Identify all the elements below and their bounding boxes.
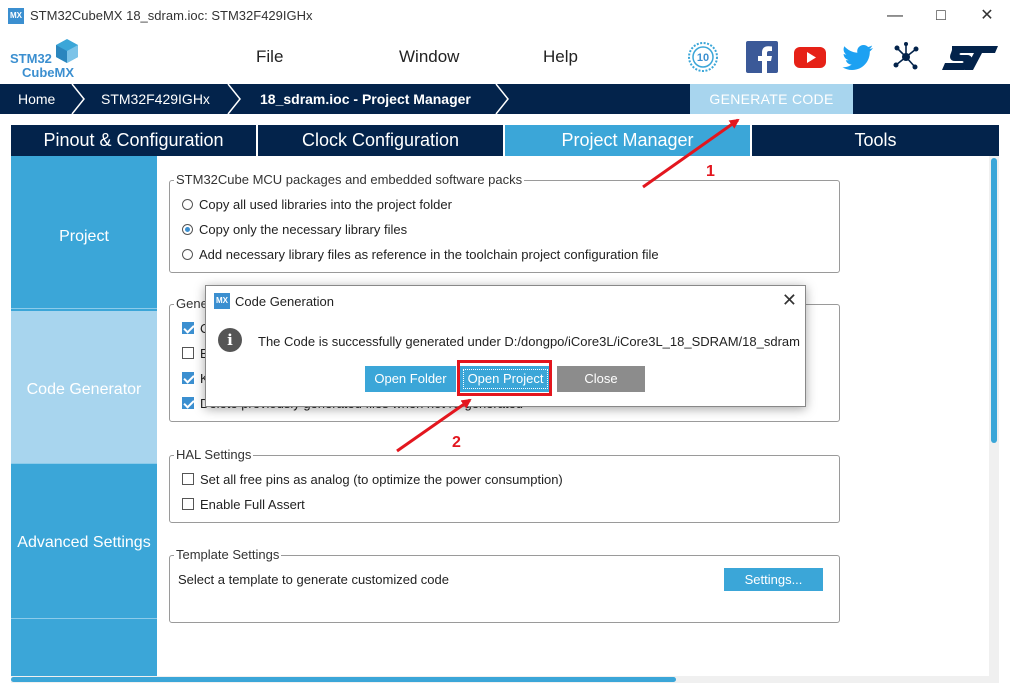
horizontal-scrollbar[interactable] [11,676,989,683]
template-description: Select a template to generate customized… [178,572,449,587]
app-icon: MX [8,8,24,24]
highlight-open-project [457,360,552,396]
sidebar-item-advanced-settings[interactable]: Advanced Settings [11,466,157,619]
packages-legend: STM32Cube MCU packages and embedded soft… [174,172,525,187]
copy-necessary-libraries-option[interactable]: Copy only the necessary library files [182,222,407,237]
menu-window[interactable]: Window [399,47,459,67]
anniversary-10-badge-icon[interactable]: 10 [687,40,721,74]
horizontal-scrollbar-thumb[interactable] [11,677,676,682]
tab-pinout-configuration[interactable]: Pinout & Configuration [11,125,258,156]
info-icon: i [218,328,242,352]
generate-code-button[interactable]: GENERATE CODE [690,84,853,114]
template-settings-group: Template Settings Select a template to g… [169,547,840,623]
menu-help[interactable]: Help [543,47,578,67]
close-button[interactable]: Close [557,366,645,392]
hal-settings-legend: HAL Settings [174,447,254,462]
breadcrumb-current: 18_sdram.ioc - Project Manager [260,91,471,107]
twitter-icon[interactable] [841,40,875,74]
dialog-message: The Code is successfully generated under… [258,334,800,349]
radio-button-selected[interactable] [182,224,193,235]
radio-button[interactable] [182,199,193,210]
breadcrumb-device[interactable]: STM32F429IGHx [101,84,210,114]
dialog-title: Code Generation [235,294,335,309]
breadcrumb-home[interactable]: Home [18,84,55,114]
breadcrumb: Home STM32F429IGHx 18_sdram.ioc - Projec… [0,84,1010,114]
checkbox-checked[interactable] [182,322,194,334]
svg-text:10: 10 [697,52,709,64]
close-icon[interactable]: ✕ [964,0,1010,32]
maximize-icon[interactable]: □ [918,0,964,32]
tab-clock-configuration[interactable]: Clock Configuration [258,125,505,156]
stm32cubemx-logo: STM32 CubeMX [10,37,80,81]
window-title: STM32CubeMX 18_sdram.ioc: STM32F429IGHx [30,8,313,23]
sidebar-item-label: Code Generator [26,381,142,398]
st-logo-icon[interactable] [940,40,1000,74]
sidebar-item-project[interactable]: Project [11,156,157,309]
vertical-scrollbar-thumb[interactable] [991,158,997,443]
breadcrumb-chevron-icon [71,84,85,114]
open-folder-button[interactable]: Open Folder [365,366,456,392]
add-library-reference-option[interactable]: Add necessary library files as reference… [182,247,659,262]
network-share-icon[interactable] [889,40,923,74]
annotation-marker-2: 2 [452,434,461,451]
sidebar: Project Code Generator Advanced Settings [11,156,157,683]
sidebar-item-code-generator[interactable]: Code Generator [11,311,157,464]
menu-bar: STM32 CubeMX File Window Help 10 [0,32,1010,84]
template-settings-legend: Template Settings [174,547,282,562]
checkbox[interactable] [182,347,194,359]
packages-group: STM32Cube MCU packages and embedded soft… [169,172,840,273]
svg-text:STM32: STM32 [10,51,52,66]
window-title-bar: MX STM32CubeMX 18_sdram.ioc: STM32F429IG… [0,0,1010,32]
sidebar-item-label: Advanced Settings [17,534,151,551]
checkbox[interactable] [182,498,194,510]
main-tabs: Pinout & Configuration Clock Configurati… [11,125,999,156]
checkbox-checked[interactable] [182,397,194,409]
vertical-scrollbar[interactable] [989,156,999,683]
close-icon[interactable]: ✕ [782,290,797,311]
youtube-icon[interactable] [793,40,827,74]
template-settings-button[interactable]: Settings... [724,568,823,591]
checkbox-checked[interactable] [182,372,194,384]
checkbox[interactable] [182,473,194,485]
hal-settings-group: HAL Settings Set all free pins as analog… [169,447,840,523]
svg-text:CubeMX: CubeMX [22,65,74,80]
minimize-icon[interactable]: — [872,0,918,32]
app-icon: MX [214,293,230,309]
copy-all-libraries-option[interactable]: Copy all used libraries into the project… [182,197,452,212]
sidebar-item-label: Project [59,228,109,245]
analog-pins-option[interactable]: Set all free pins as analog (to optimize… [182,472,563,487]
tab-project-manager[interactable]: Project Manager [505,125,752,156]
code-generator-panel: STM32Cube MCU packages and embedded soft… [157,156,989,683]
full-assert-option[interactable]: Enable Full Assert [182,497,305,512]
breadcrumb-chevron-icon [227,84,241,114]
tab-tools[interactable]: Tools [752,125,999,156]
breadcrumb-chevron-icon [495,84,509,114]
radio-button[interactable] [182,249,193,260]
annotation-marker-1: 1 [706,163,715,180]
menu-file[interactable]: File [256,47,283,67]
facebook-icon[interactable] [745,40,779,74]
